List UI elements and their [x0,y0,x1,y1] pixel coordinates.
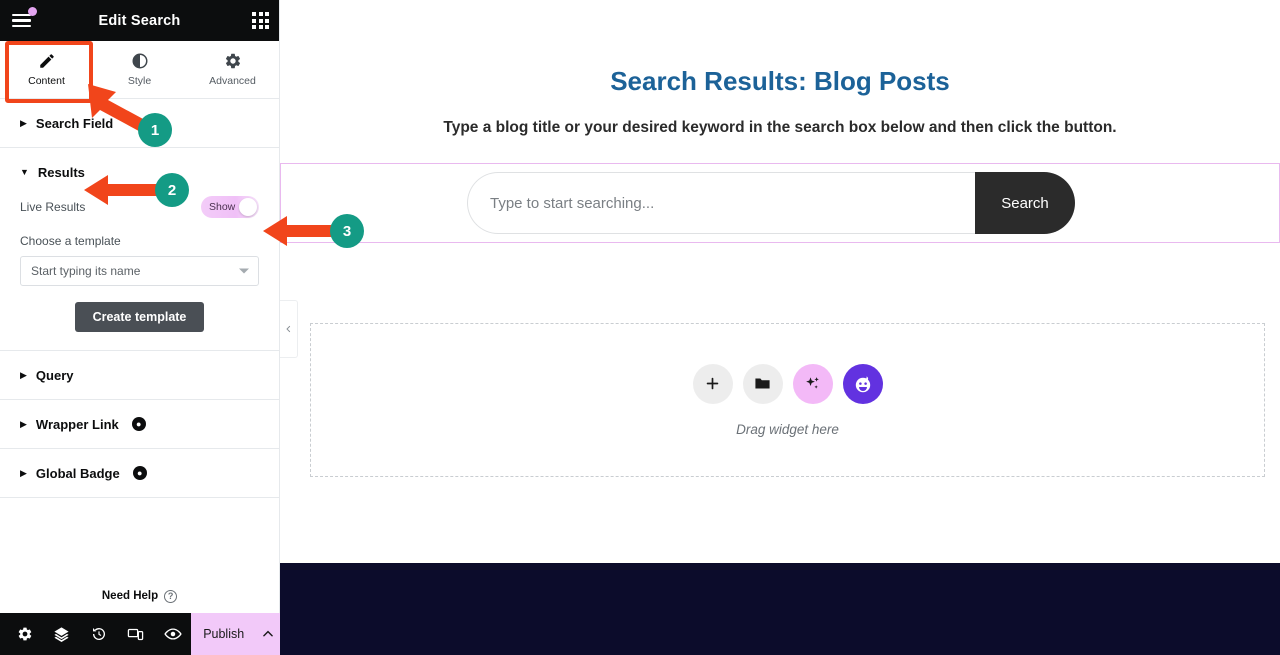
search-button[interactable]: Search [975,172,1075,234]
editor-panel: Edit Search Content Style Advanced ▶ Sea… [0,0,280,655]
section-query[interactable]: ▶ Query [0,351,279,400]
ai-sparkle-icon[interactable] [792,363,833,404]
section-results-label: Results [37,164,85,180]
chevron-up-icon[interactable] [256,613,280,655]
tab-advanced-label: Advanced [209,75,256,87]
section-global-badge-label: Global Badge [35,465,120,481]
template-select-value: Start typing its name [31,264,141,278]
tab-content[interactable]: Content [0,41,93,98]
need-help-link[interactable]: Need Help ? [0,579,279,613]
dropzone-caption: Drag widget here [736,421,839,437]
tab-advanced[interactable]: Advanced [186,41,279,98]
pencil-icon [39,54,54,68]
dropzone-buttons [692,363,883,404]
section-global-badge-header[interactable]: ▶ Global Badge ● [20,449,259,497]
contrast-icon [132,53,147,69]
question-mark-icon: ? [164,589,178,603]
caret-down-icon: ▼ [20,166,29,177]
caret-right-icon: ▶ [20,369,27,380]
section-results: ▼ Results Live Results Show Choose a tem… [0,148,279,351]
grid-icon[interactable] [252,12,269,29]
live-results-row: Live Results Show [20,196,259,218]
toggle-knob [239,198,257,216]
canvas-page-title: Search Results: Blog Posts [610,66,950,96]
section-wrapper-link[interactable]: ▶ Wrapper Link ● [0,400,279,449]
publish-button[interactable]: Publish [191,613,257,655]
chevron-left-icon [286,325,291,333]
caret-right-icon: ▶ [20,467,27,478]
panel-header: Edit Search [0,0,279,41]
responsive-icon[interactable] [117,613,154,655]
page-footer-band [280,563,1280,655]
history-icon[interactable] [80,613,117,655]
canvas-page-subtitle: Type a blog title or your desired keywor… [443,119,1117,136]
caret-right-icon: ▶ [20,117,27,128]
page-title: Edit Search [98,12,181,29]
footer-icon-group [0,613,191,655]
annotation-badge-1: 1 [138,113,172,147]
tab-content-label: Content [28,75,65,87]
search-input[interactable]: Type to start searching... [467,172,975,234]
chevron-down-icon [239,268,249,274]
need-help-label: Need Help [101,590,159,602]
live-results-toggle-label: Show [209,201,236,213]
editor-canvas: Search Results: Blog Posts Type a blog t… [280,0,1280,655]
folder-icon[interactable] [742,363,783,404]
section-wrapper-link-label: Wrapper Link [35,416,119,432]
widget-dropzone[interactable]: Drag widget here [310,323,1265,477]
panel-collapse-handle[interactable] [280,300,298,358]
live-results-label: Live Results [20,200,86,214]
gear-icon[interactable] [6,613,43,655]
tab-style[interactable]: Style [93,41,186,98]
annotation-badge-2: 2 [155,173,189,207]
choose-template-label: Choose a template [20,234,121,248]
gear-icon [225,53,240,69]
section-wrapper-link-header[interactable]: ▶ Wrapper Link ● [20,400,259,448]
section-global-badge[interactable]: ▶ Global Badge ● [0,449,279,498]
search-widget[interactable]: Type to start searching... Search [280,163,1280,243]
create-template-button[interactable]: Create template [74,302,205,332]
plus-icon[interactable] [692,363,733,404]
section-results-header[interactable]: ▼ Results [20,148,259,196]
section-query-label: Query [35,367,74,383]
annotation-badge-3: 3 [330,214,364,248]
template-select[interactable]: Start typing its name [20,256,259,286]
pro-badge-icon: ● [132,466,147,480]
panel-footer: Publish [0,613,280,655]
section-query-header[interactable]: ▶ Query [20,351,259,399]
elementor-editor: Edit Search Content Style Advanced ▶ Sea… [0,0,1280,655]
preview-icon[interactable] [154,613,191,655]
section-search-field-label: Search Field [35,115,114,131]
live-results-toggle[interactable]: Show [201,196,259,218]
pro-badge-icon: ● [131,417,146,431]
tab-style-label: Style [127,75,152,87]
assistant-face-icon[interactable] [842,363,883,404]
search-form: Type to start searching... Search [467,172,1075,234]
layers-icon[interactable] [43,613,80,655]
section-results-body: Live Results Show Choose a template Star… [20,196,259,350]
panel-tabs: Content Style Advanced [0,41,279,99]
caret-right-icon: ▶ [20,418,27,429]
